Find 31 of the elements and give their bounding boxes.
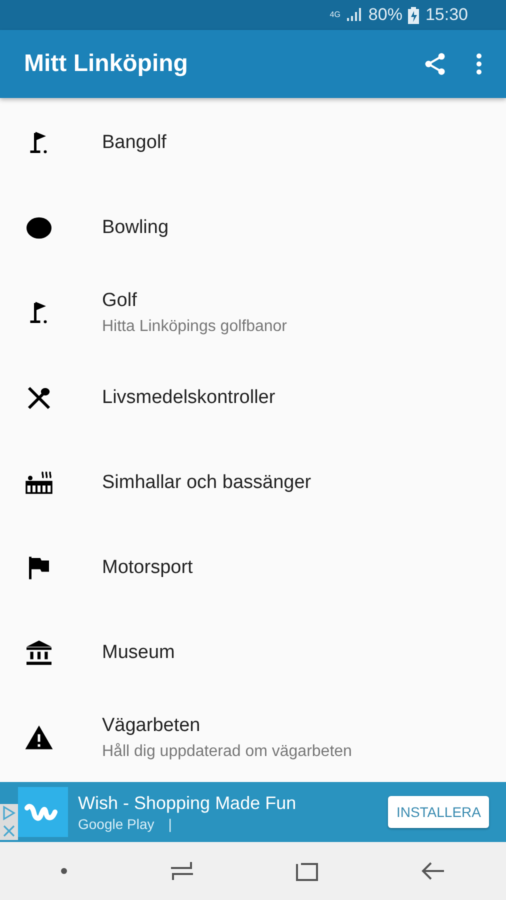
item-title: Museum xyxy=(102,642,175,664)
museum-icon xyxy=(24,638,54,668)
item-subtitle: Håll dig uppdaterad om vägarbeten xyxy=(102,742,352,760)
ad-title: Wish - Shopping Made Fun xyxy=(78,792,298,814)
list-item[interactable]: Golf Hitta Linköpings golfbanor xyxy=(0,270,506,355)
item-title: Motorsport xyxy=(102,556,193,578)
list-item[interactable]: Motorsport xyxy=(0,525,506,610)
signal-icon xyxy=(346,8,362,22)
clock-time: 15:30 xyxy=(425,5,468,25)
app-logo xyxy=(18,787,68,837)
item-subtitle: Hitta Linköpings golfbanor xyxy=(102,318,288,336)
item-title: Simhallar och bassänger xyxy=(102,472,312,494)
network-label: 4G xyxy=(330,11,340,19)
app-title: Mitt Linköping xyxy=(24,50,189,78)
install-button[interactable]: INSTALLERA xyxy=(388,796,489,828)
item-title: Bowling xyxy=(102,216,169,238)
battery-percentage: 80% xyxy=(368,5,402,25)
list-item[interactable]: Vägarbeten Håll dig uppdaterad om vägarbeten xyxy=(0,695,506,776)
list-item[interactable]: Simhallar och bassänger xyxy=(0,440,506,525)
item-title: Bangolf xyxy=(102,132,166,154)
list-item[interactable]: Bangolf xyxy=(0,100,506,185)
separator: | xyxy=(168,816,172,832)
ad-banner[interactable]: Wish - Shopping Made Fun Google Play | INSTALLERA xyxy=(0,782,506,842)
list-item[interactable]: Bowling xyxy=(0,185,506,270)
battery-icon xyxy=(408,6,420,24)
item-title: Vägarbeten xyxy=(102,714,202,736)
list-item[interactable]: Livsmedelskontroller xyxy=(0,355,506,440)
list-item[interactable]: Museum xyxy=(0,610,506,695)
item-title: Livsmedelskontroller xyxy=(102,386,276,408)
store-name: Google Play xyxy=(78,816,154,832)
item-title: Golf xyxy=(102,290,138,312)
